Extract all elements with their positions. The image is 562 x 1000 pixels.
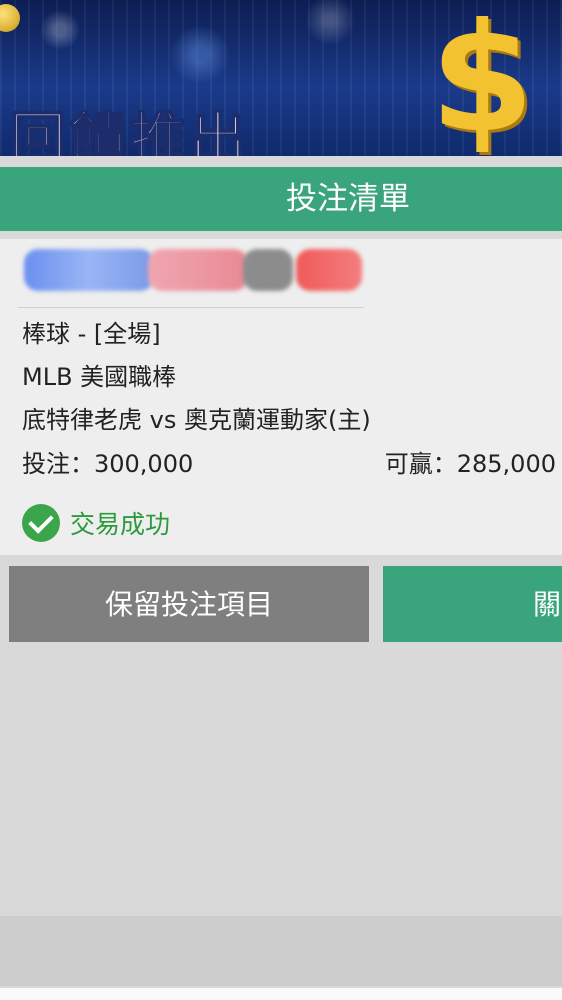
redacted-account-name (18, 239, 364, 308)
sport-market: 棒球 - [全場] (22, 320, 161, 348)
dialog-header: 投注清單 (0, 167, 562, 231)
keep-selections-button[interactable]: 保留投注項目 (9, 566, 369, 642)
dialog-title: 投注清單 (286, 181, 410, 217)
stake-amount: 投注：300,000 (22, 450, 194, 478)
match-name: 底特律老虎 vs 奧克蘭運動家(主) (22, 406, 371, 434)
transaction-status: 交易成功 (22, 503, 170, 543)
check-circle-icon (22, 504, 60, 542)
league-name: MLB 美國職棒 (22, 363, 177, 391)
dollar-sign-icon: $ (430, 0, 535, 158)
dialog-footer (0, 916, 562, 986)
close-button[interactable]: 關 (383, 566, 562, 642)
bet-slip-dialog: 投注清單 棒球 - [全場] MLB 美國職棒 底特律老虎 vs 奧克蘭運動家(… (0, 156, 562, 1000)
potential-win-amount: 可贏：285,000 (384, 450, 556, 478)
promo-banner[interactable]: 回饋推出 $ (0, 0, 562, 158)
bet-receipt-card: 棒球 - [全場] MLB 美國職棒 底特律老虎 vs 奧克蘭運動家(主) 投注… (0, 239, 562, 555)
status-text: 交易成功 (70, 510, 171, 539)
banner-headline: 回饋推出 (10, 110, 250, 158)
footer-divider (0, 988, 562, 1000)
